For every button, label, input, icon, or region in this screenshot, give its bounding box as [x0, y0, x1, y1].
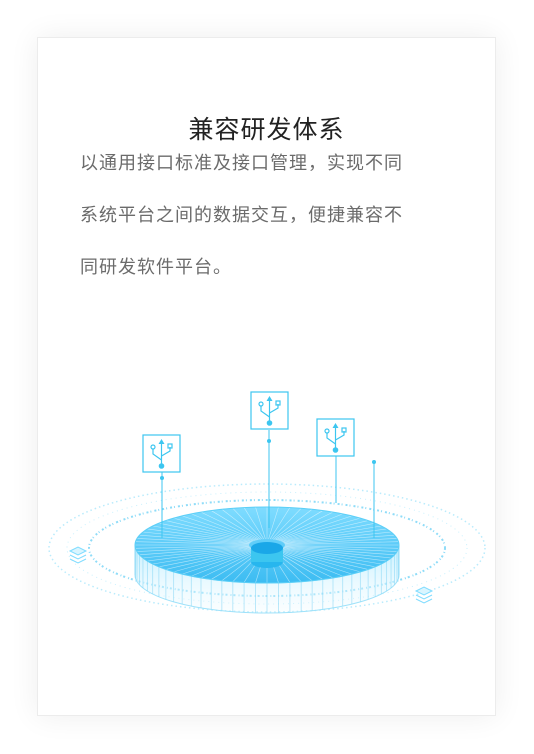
data-streaks-left: [70, 408, 97, 454]
usb-icon: [316, 418, 355, 457]
usb-icon: [250, 391, 289, 430]
center-hub: [251, 542, 283, 568]
stack-icon: [414, 586, 434, 604]
data-streaks-right: [446, 460, 472, 502]
platform-illustration: [48, 391, 486, 614]
stack-icon: [68, 546, 88, 564]
usb-icon: [142, 434, 181, 473]
